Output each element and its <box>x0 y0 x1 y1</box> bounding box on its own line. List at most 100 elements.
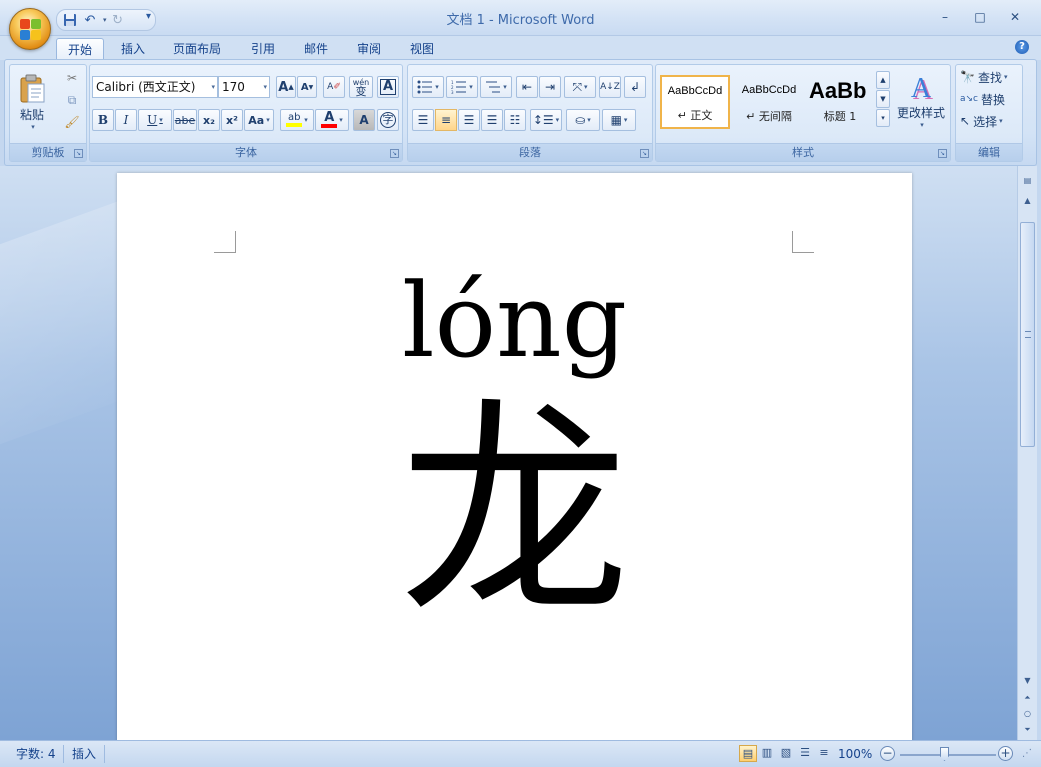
shrink-font-button[interactable]: A ▼ <box>297 76 317 98</box>
gallery-down-icon[interactable]: ▼ <box>876 90 890 108</box>
scroll-up-icon[interactable]: ▲ <box>1020 194 1035 208</box>
help-icon[interactable]: ? <box>1015 40 1029 54</box>
word-count[interactable]: 字数: 4 <box>16 745 56 763</box>
show-formatting-marks-icon[interactable]: ↲ <box>624 76 646 98</box>
highlight-color-bar <box>286 123 303 127</box>
tab-review[interactable]: 审阅 <box>346 38 392 60</box>
copy-icon[interactable]: ⧉ <box>62 91 82 109</box>
borders-button[interactable]: ▦ ▾ <box>602 109 636 131</box>
close-button[interactable]: ✕ <box>1000 8 1030 26</box>
enclose-characters-button[interactable]: 字 <box>377 109 399 131</box>
scroll-down-icon[interactable]: ▼ <box>1020 674 1035 688</box>
highlight-label: ab <box>287 112 301 123</box>
paste-button[interactable]: 粘贴 ▾ <box>14 67 50 137</box>
full-screen-reading-icon[interactable]: ▥ <box>758 745 776 762</box>
paragraph-dialog-launcher[interactable]: ↘ <box>640 149 649 158</box>
subscript-button[interactable]: x₂ <box>198 109 220 131</box>
zoom-in-icon[interactable]: + <box>998 746 1013 761</box>
gallery-more-icon[interactable]: ▾ <box>876 109 890 127</box>
superscript-button[interactable]: x² <box>221 109 243 131</box>
line-spacing-button[interactable]: ↕☰ ▾ <box>530 109 562 131</box>
style-name: ↵ 无间隔 <box>746 110 792 123</box>
tab-page-layout[interactable]: 页面布局 <box>162 38 232 60</box>
style-normal[interactable]: AaBbCcDd ↵ 正文 <box>660 75 730 129</box>
tab-mailings[interactable]: 邮件 <box>293 38 339 60</box>
multilevel-list-button[interactable]: ▾ <box>480 76 512 98</box>
distributed-align-icon[interactable]: ☷ <box>504 109 526 131</box>
print-layout-view-icon[interactable]: ▤ <box>739 745 757 762</box>
font-dialog-launcher[interactable]: ↘ <box>390 149 399 158</box>
zoom-slider-thumb[interactable] <box>940 747 949 761</box>
next-page-icon[interactable]: ⏷ <box>1020 723 1035 737</box>
multilevel-list-icon <box>486 81 501 93</box>
align-left-icon[interactable]: ☰ <box>412 109 434 131</box>
phonetic-char-icon: 变 <box>355 85 367 98</box>
sort-icon[interactable]: A↓Z <box>599 76 621 98</box>
clipboard-group: 粘贴 ▾ ✂ ⧉ 🖌 剪贴板 ↘ <box>9 64 87 162</box>
character-border-button[interactable]: A <box>377 76 399 98</box>
document-page[interactable]: lóng 龙 <box>117 173 912 740</box>
tab-home[interactable]: 开始 <box>56 38 105 60</box>
style-heading-1[interactable]: AaBb 标题 1 <box>806 75 874 129</box>
tab-view[interactable]: 视图 <box>399 38 445 60</box>
previous-page-icon[interactable]: ⏶ <box>1020 691 1035 705</box>
zoom-out-icon[interactable]: − <box>880 746 895 761</box>
replace-label: 替换 <box>981 92 1006 107</box>
numbering-button[interactable]: 123 ▾ <box>446 76 478 98</box>
outline-view-icon[interactable]: ☰ <box>796 745 814 762</box>
tab-references[interactable]: 引用 <box>240 38 286 60</box>
chevron-down-icon: ▾ <box>159 116 163 124</box>
format-painter-icon[interactable]: 🖌 <box>62 113 82 131</box>
chinese-layout-button[interactable]: ⤧ ▾ <box>564 76 596 98</box>
shading-button[interactable]: ⛀ ▾ <box>566 109 600 131</box>
ruler-toggle-icon[interactable]: ▤ <box>1020 174 1035 188</box>
bullets-button[interactable]: ▾ <box>412 76 444 98</box>
font-name-combo[interactable]: Calibri (西文正文) ▾ <box>92 76 218 98</box>
chevron-down-icon: ▾ <box>1003 73 1008 81</box>
chevron-down-icon: ▾ <box>304 116 308 124</box>
align-center-icon[interactable]: ≡ <box>435 109 457 131</box>
office-button[interactable] <box>9 8 51 50</box>
highlight-button[interactable]: ab ▾ <box>280 109 314 131</box>
cut-icon[interactable]: ✂ <box>62 69 82 87</box>
align-right-icon[interactable]: ☰ <box>458 109 480 131</box>
select-browse-object-icon[interactable]: ○ <box>1020 707 1035 721</box>
change-styles-button[interactable]: A 更改样式 ▾ <box>894 67 948 135</box>
draft-view-icon[interactable]: ≡ <box>815 745 833 762</box>
status-bar: 字数: 4 插入 ▤ ▥ ▧ ☰ ≡ 100% − + ⋰ <box>0 740 1041 767</box>
character-shading-button[interactable]: A <box>353 109 375 131</box>
phonetic-guide-button[interactable]: wén 变 <box>349 76 373 98</box>
clear-formatting-button[interactable]: A ✐ <box>323 76 345 98</box>
status-divider <box>104 745 105 763</box>
style-no-spacing[interactable]: AaBbCcDd ↵ 无间隔 <box>734 75 804 129</box>
replace-button[interactable]: a↘c 替换 <box>960 89 1020 109</box>
pinyin-text: lóng <box>401 262 628 381</box>
vertical-scrollbar[interactable]: ▤ ▲ ▼ ⏶ ○ ⏷ <box>1017 166 1037 740</box>
italic-button[interactable]: I <box>115 109 137 131</box>
find-button[interactable]: 🔭 查找 ▾ <box>960 67 1020 87</box>
font-size-value: 170 <box>222 80 245 94</box>
font-color-button[interactable]: A ▾ <box>315 109 349 131</box>
strikethrough-button[interactable]: abe <box>173 109 197 131</box>
increase-indent-icon[interactable]: ⇥ <box>539 76 561 98</box>
maximize-button[interactable]: □ <box>965 8 995 26</box>
resize-grip-icon[interactable]: ⋰ <box>1022 745 1032 763</box>
gallery-up-icon[interactable]: ▲ <box>876 71 890 89</box>
grow-font-button[interactable]: A ▲ <box>276 76 296 98</box>
scroll-thumb[interactable] <box>1020 222 1035 447</box>
change-case-button[interactable]: Aa ▾ <box>244 109 274 131</box>
bold-button[interactable]: B <box>92 109 114 131</box>
font-size-combo[interactable]: 170 ▾ <box>218 76 270 98</box>
styles-dialog-launcher[interactable]: ↘ <box>938 149 947 158</box>
web-layout-icon[interactable]: ▧ <box>777 745 795 762</box>
underline-button[interactable]: U ▾ <box>138 109 172 131</box>
tab-insert[interactable]: 插入 <box>110 38 156 60</box>
minimize-button[interactable]: – <box>930 8 960 26</box>
zoom-level[interactable]: 100% <box>838 745 872 763</box>
select-button[interactable]: ↖ 选择 ▾ <box>960 111 1020 131</box>
justify-icon[interactable]: ☰ <box>481 109 503 131</box>
decrease-indent-icon[interactable]: ⇤ <box>516 76 538 98</box>
insert-mode[interactable]: 插入 <box>72 745 96 763</box>
clipboard-dialog-launcher[interactable]: ↘ <box>74 149 83 158</box>
paste-label: 粘贴 <box>19 107 44 122</box>
